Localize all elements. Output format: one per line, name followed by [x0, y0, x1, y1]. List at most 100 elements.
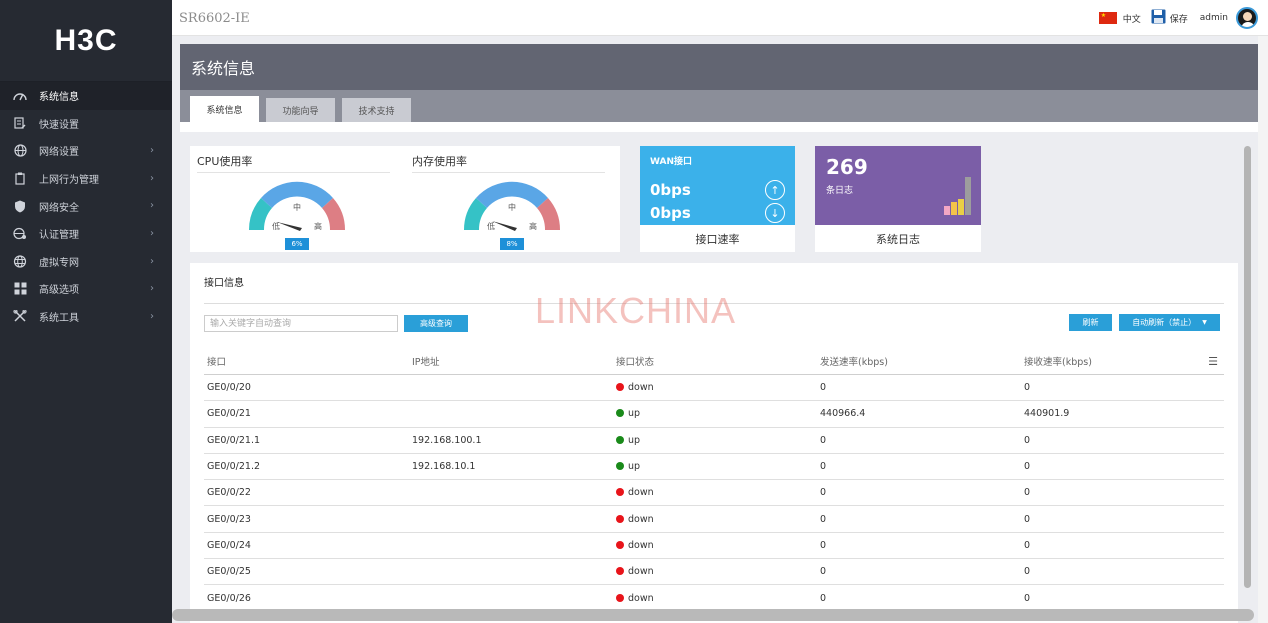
upload-arrow-icon: ↑ — [765, 180, 785, 200]
language-switch[interactable]: 中文 — [1123, 12, 1141, 25]
save-button[interactable]: 保存 — [1170, 12, 1188, 25]
gauge-icon — [12, 89, 28, 103]
sidebar-item-network[interactable]: 网络设置 › — [0, 137, 172, 165]
chevron-right-icon: › — [150, 227, 154, 239]
interface-info-panel: 接口信息 高级查询 刷新 自动刷新（禁止） ▼ 接口 IP地址 接口状态 发送速… — [190, 263, 1238, 623]
wan-title: WAN接口 — [650, 157, 693, 167]
sidebar-item-advanced[interactable]: 高级选项 › — [0, 275, 172, 303]
wan-rate-card[interactable]: WAN接口 0bps 0bps ↑ ↓ 接口速率 — [640, 146, 795, 252]
grid-icon — [12, 282, 28, 296]
sidebar-item-auth[interactable]: 认证管理 › — [0, 220, 172, 248]
cell-interface: GE0/0/25 — [207, 566, 251, 578]
status-text: down — [628, 592, 654, 604]
table-row[interactable]: GE0/0/20 down 0 0 — [204, 375, 1224, 402]
cell-rx: 0 — [1024, 434, 1031, 446]
h3c-logo: H3C — [0, 0, 172, 82]
column-settings-icon[interactable]: ☰ — [1208, 355, 1218, 368]
col-header-rx[interactable]: 接收速率(kbps) — [1024, 354, 1092, 368]
col-header-tx[interactable]: 发送速率(kbps) — [820, 354, 888, 368]
cell-status: down — [616, 382, 654, 393]
log-unit: 条日志 — [826, 186, 854, 196]
cell-interface: GE0/0/26 — [207, 592, 251, 604]
wan-card-footer: 接口速率 — [695, 232, 740, 246]
sidebar-item-security[interactable]: 网络安全 › — [0, 192, 172, 220]
cell-rx: 0 — [1024, 566, 1031, 578]
cell-interface: GE0/0/21 — [207, 408, 251, 420]
table-row[interactable]: GE0/0/21 up 440966.4 440901.9 — [204, 401, 1224, 428]
col-header-interface[interactable]: 接口 — [207, 354, 226, 368]
usage-gauges-card: CPU使用率 中 低 高 6% 内存使用率 中 低 高 8% — [190, 146, 620, 252]
sidebar-item-label: 虚拟专网 — [39, 257, 79, 269]
chevron-right-icon: › — [150, 200, 154, 212]
memory-gauge-dial: 中 低 高 — [463, 181, 561, 231]
sidebar-item-vpn[interactable]: 虚拟专网 › — [0, 248, 172, 276]
vertical-scrollbar[interactable] — [1244, 146, 1251, 588]
syslog-panel: 269 条日志 — [815, 146, 981, 225]
search-input[interactable] — [204, 315, 398, 332]
advanced-search-button[interactable]: 高级查询 — [404, 315, 468, 332]
cell-interface: GE0/0/23 — [207, 513, 251, 525]
table-row[interactable]: GE0/0/24 down 0 0 — [204, 533, 1224, 560]
china-flag-icon[interactable] — [1098, 12, 1117, 24]
col-header-ip[interactable]: IP地址 — [412, 354, 440, 368]
status-text: up — [628, 461, 641, 473]
cell-rx: 0 — [1024, 513, 1031, 525]
table-row[interactable]: GE0/0/25 down 0 0 — [204, 559, 1224, 586]
interface-info-title: 接口信息 — [204, 278, 244, 289]
username[interactable]: admin — [1200, 13, 1228, 23]
sidebar-item-quick-setup[interactable]: 快速设置 — [0, 110, 172, 138]
cell-status: down — [616, 487, 654, 498]
tab-content-strip — [180, 122, 1258, 132]
wan-upload-rate: 0bps — [650, 181, 691, 199]
cell-status: down — [616, 593, 654, 604]
status-dot-icon — [616, 540, 624, 549]
cell-tx: 0 — [820, 513, 827, 525]
status-text: down — [628, 513, 654, 525]
gauge-low-text: 低 — [487, 221, 495, 231]
status-dot-icon — [616, 488, 624, 497]
cell-rx: 0 — [1024, 382, 1031, 394]
sidebar-item-behavior[interactable]: 上网行为管理 › — [0, 165, 172, 193]
table-row[interactable]: GE0/0/23 down 0 0 — [204, 506, 1224, 533]
sidebar-item-system-info[interactable]: 系统信息 — [0, 82, 172, 110]
cell-ip: 192.168.10.1 — [412, 461, 476, 473]
chevron-right-icon: › — [150, 172, 154, 184]
cell-interface: GE0/0/20 — [207, 382, 251, 394]
divider — [412, 172, 605, 173]
save-icon[interactable] — [1151, 9, 1166, 27]
table-row[interactable]: GE0/0/21.1 192.168.100.1 up 0 0 — [204, 428, 1224, 454]
status-text: down — [628, 566, 654, 578]
table-row[interactable]: GE0/0/22 down 0 0 — [204, 480, 1224, 507]
main-content: 系统信息 系统信息 功能向导 技术支持 CPU使用率 中 低 高 6% 内存使用… — [180, 44, 1258, 623]
shield-icon — [12, 199, 28, 213]
auto-refresh-dropdown[interactable]: 自动刷新（禁止） ▼ — [1119, 314, 1220, 331]
cell-tx: 0 — [820, 566, 827, 578]
table-row[interactable]: GE0/0/26 down 0 0 — [204, 585, 1224, 612]
status-dot-icon — [616, 514, 624, 523]
sidebar-item-label: 认证管理 — [39, 230, 79, 242]
avatar[interactable] — [1236, 7, 1258, 29]
refresh-button[interactable]: 刷新 — [1069, 314, 1112, 331]
memory-gauge-label: 内存使用率 — [412, 155, 467, 168]
cell-rx: 0 — [1024, 487, 1031, 499]
wan-rate-panel: WAN接口 0bps 0bps ↑ ↓ — [640, 146, 795, 225]
cell-ip: 192.168.100.1 — [412, 434, 482, 446]
tab-support[interactable]: 技术支持 — [342, 98, 411, 122]
syslog-card[interactable]: 269 条日志 系统日志 — [815, 146, 981, 252]
sidebar-item-label: 网络安全 — [39, 202, 79, 214]
gauge-needle — [277, 222, 302, 231]
table-row[interactable]: GE0/0/21.2 192.168.10.1 up 0 0 — [204, 454, 1224, 481]
cell-tx: 0 — [820, 434, 827, 446]
top-bar: SR6602-IE 中文 保存 admin — [172, 0, 1268, 36]
col-header-status[interactable]: 接口状态 — [616, 354, 654, 368]
scroll-track — [1258, 36, 1268, 623]
cell-rx: 440901.9 — [1024, 408, 1070, 420]
sidebar-nav: 系统信息 快速设置 网络设置 › 上网行为管理 › 网络安全 › 认证管理 › — [0, 82, 172, 330]
tab-system-info[interactable]: 系统信息 — [190, 96, 259, 122]
horizontal-scrollbar[interactable] — [172, 609, 1254, 621]
sidebar-item-label: 系统信息 — [39, 92, 79, 104]
sidebar-item-tools[interactable]: 系统工具 › — [0, 303, 172, 331]
gauge-mid-text: 中 — [293, 202, 301, 212]
tab-wizard[interactable]: 功能向导 — [266, 98, 335, 122]
chevron-right-icon: › — [150, 283, 154, 295]
